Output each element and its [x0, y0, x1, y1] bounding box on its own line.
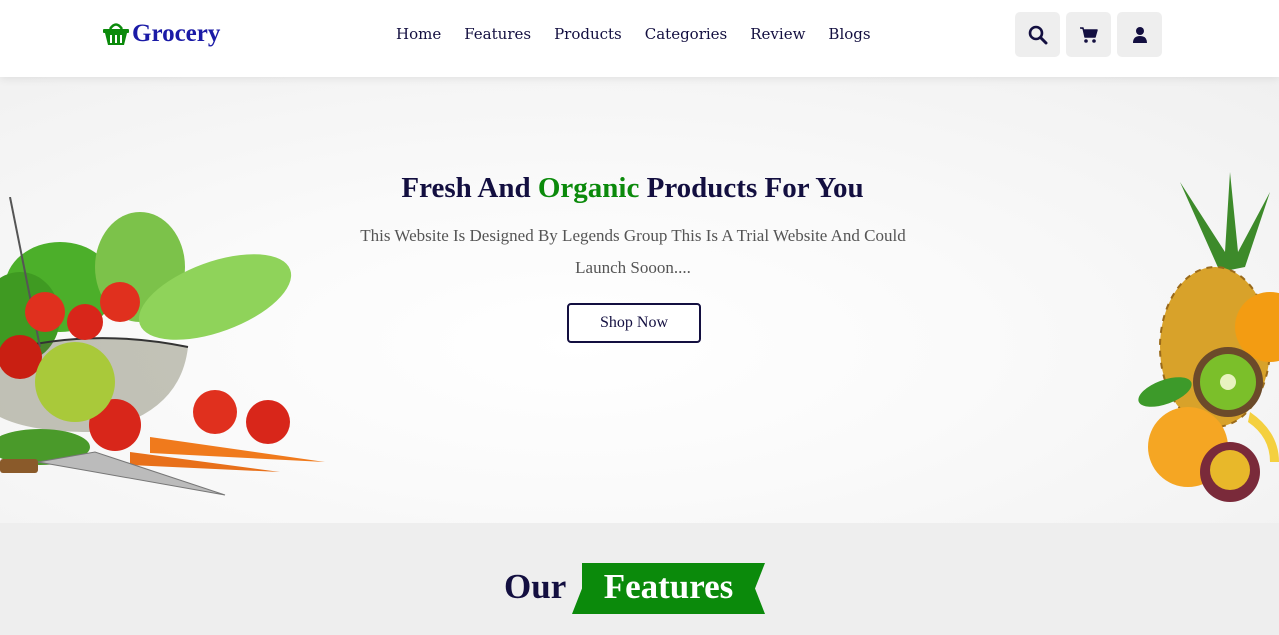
nav-features[interactable]: Features [464, 24, 531, 44]
hero-title-before: Fresh And [401, 172, 538, 204]
search-icon [1028, 25, 1047, 44]
logo-text: Grocery [132, 19, 221, 47]
nav-products[interactable]: Products [554, 24, 622, 44]
hero-title-accent: Organic [537, 172, 640, 204]
nav-review[interactable]: Review [750, 24, 805, 44]
main-nav: Home Features Products Categories Review… [396, 24, 871, 44]
fruit-pile-image [1138, 172, 1279, 502]
search-button[interactable] [1015, 12, 1060, 57]
nav-blogs[interactable]: Blogs [828, 24, 870, 44]
site-header: Grocery Home Features Products Categorie… [0, 0, 1279, 77]
cart-icon [1079, 26, 1098, 43]
user-icon [1132, 26, 1147, 43]
vegetable-basket-image [0, 197, 325, 496]
shop-now-button[interactable]: Shop Now [567, 303, 701, 343]
header-icons [1015, 12, 1162, 57]
nav-home[interactable]: Home [396, 24, 441, 44]
hero-title: Fresh And Organic Products For You [0, 172, 1265, 205]
basket-icon [103, 23, 129, 45]
features-heading: Our Features [0, 563, 1279, 615]
hero-description: This Website Is Designed By Legends Grou… [360, 226, 906, 277]
user-button[interactable] [1117, 12, 1162, 57]
features-heading-highlight: Features [603, 567, 734, 606]
logo[interactable]: Grocery [102, 20, 220, 46]
hero-section: Fresh And Organic Products For You This … [0, 77, 1279, 523]
features-heading-prefix: Our [504, 567, 567, 606]
nav-categories[interactable]: Categories [645, 24, 728, 44]
hero-title-after: Products For You [639, 172, 864, 204]
cart-button[interactable] [1066, 12, 1111, 57]
